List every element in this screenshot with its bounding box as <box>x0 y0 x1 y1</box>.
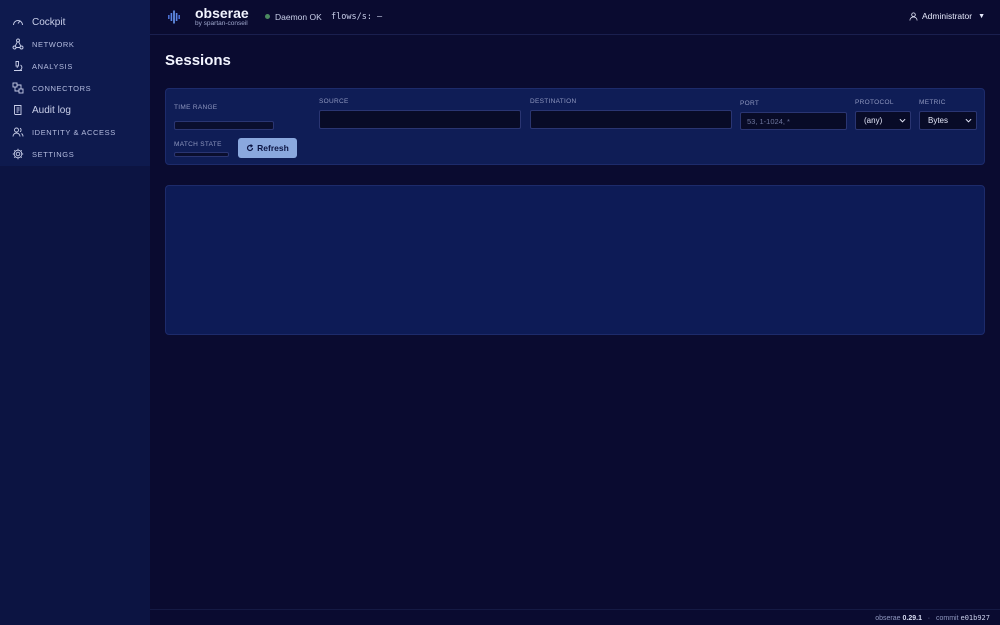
metric-select[interactable]: Bytes <box>919 111 977 130</box>
gauge-icon <box>13 20 23 26</box>
microscope-icon <box>14 61 23 71</box>
sidebar-item-label: CONNECTORS <box>32 83 92 93</box>
time-range-label: TIME RANGE <box>174 104 218 111</box>
user-menu[interactable]: Administrator ▼ <box>909 11 985 21</box>
sidebar-item-network[interactable]: NETWORK <box>0 34 150 54</box>
daemon-status: Daemon OK <box>275 12 322 22</box>
metric-selected-value: Bytes <box>928 116 949 125</box>
sidebar-item-label: ANALYSIS <box>32 61 73 71</box>
brand-name: obserae <box>195 5 249 21</box>
brand-subtitle: by spartan-conseil <box>195 20 248 27</box>
protocol-selected-value: (any) <box>864 116 883 125</box>
protocol-select[interactable]: (any) <box>855 111 911 130</box>
sidebar-item-label: IDENTITY & ACCESS <box>32 127 116 137</box>
sidebar-item-label: Cockpit <box>32 16 66 28</box>
refresh-label: Refresh <box>257 143 289 153</box>
waveform-logo-icon <box>168 10 180 24</box>
port-input[interactable] <box>740 112 847 130</box>
time-range-picker[interactable] <box>174 121 274 130</box>
sidebar: Cockpit NETWORK ANALYSIS CONNECTORS Audi… <box>0 0 150 625</box>
sidebar-item-connectors[interactable]: CONNECTORS <box>0 78 150 98</box>
destination-label: DESTINATION <box>530 98 577 105</box>
chevron-down-icon <box>965 118 972 123</box>
user-name: Administrator <box>921 11 973 21</box>
sidebar-item-analysis[interactable]: ANALYSIS <box>0 56 150 76</box>
user-icon <box>909 11 918 21</box>
sessions-results-panel <box>165 185 985 335</box>
flows-rate: flows/s: — <box>331 12 383 22</box>
sidebar-item-label: Audit log <box>32 104 71 116</box>
source-input[interactable] <box>319 110 521 129</box>
users-icon <box>12 127 24 137</box>
protocol-label: PROTOCOL <box>855 99 894 106</box>
footer-version: 0.29.1 <box>902 615 922 622</box>
footer-version-info: obserae 0.29.1 · commit e01b927 <box>875 614 990 622</box>
footer: obserae 0.29.1 · commit e01b927 <box>150 609 1000 625</box>
footer-product: obserae <box>875 615 901 622</box>
status-dot-icon <box>265 14 270 19</box>
chevron-down-icon <box>899 118 906 123</box>
footer-commit: e01b927 <box>960 614 990 622</box>
sidebar-item-label: NETWORK <box>32 39 75 49</box>
footer-commit-label: commit <box>935 615 959 622</box>
destination-input[interactable] <box>530 110 732 129</box>
page-title: Sessions <box>165 52 231 69</box>
top-bar: obserae by spartan-conseil Daemon OK flo… <box>150 0 1000 35</box>
app-root: Cockpit NETWORK ANALYSIS CONNECTORS Audi… <box>0 0 1000 625</box>
refresh-icon <box>247 144 254 152</box>
sidebar-item-label: SETTINGS <box>32 149 75 159</box>
filter-panel: TIME RANGE SOURCE DESTINATION PORT PROTO… <box>165 88 985 165</box>
source-label: SOURCE <box>319 98 349 105</box>
refresh-button[interactable]: Refresh <box>238 138 297 158</box>
sidebar-item-cockpit[interactable]: Cockpit <box>0 12 150 32</box>
match-state-label: MATCH STATE <box>174 141 222 148</box>
sidebar-item-audit-log[interactable]: Audit log <box>0 100 150 120</box>
sidebar-nav: Cockpit NETWORK ANALYSIS CONNECTORS Audi… <box>0 0 150 166</box>
connectors-icon <box>12 82 24 94</box>
metric-label: METRIC <box>919 99 946 106</box>
match-state-select[interactable] <box>174 152 229 157</box>
port-label: PORT <box>740 100 760 107</box>
gear-icon <box>12 148 24 160</box>
scroll-icon <box>14 105 22 115</box>
sidebar-item-identity-access[interactable]: IDENTITY & ACCESS <box>0 122 150 142</box>
sidebar-item-settings[interactable]: SETTINGS <box>0 144 150 164</box>
caret-down-icon: ▼ <box>978 12 985 20</box>
network-icon <box>12 38 24 50</box>
